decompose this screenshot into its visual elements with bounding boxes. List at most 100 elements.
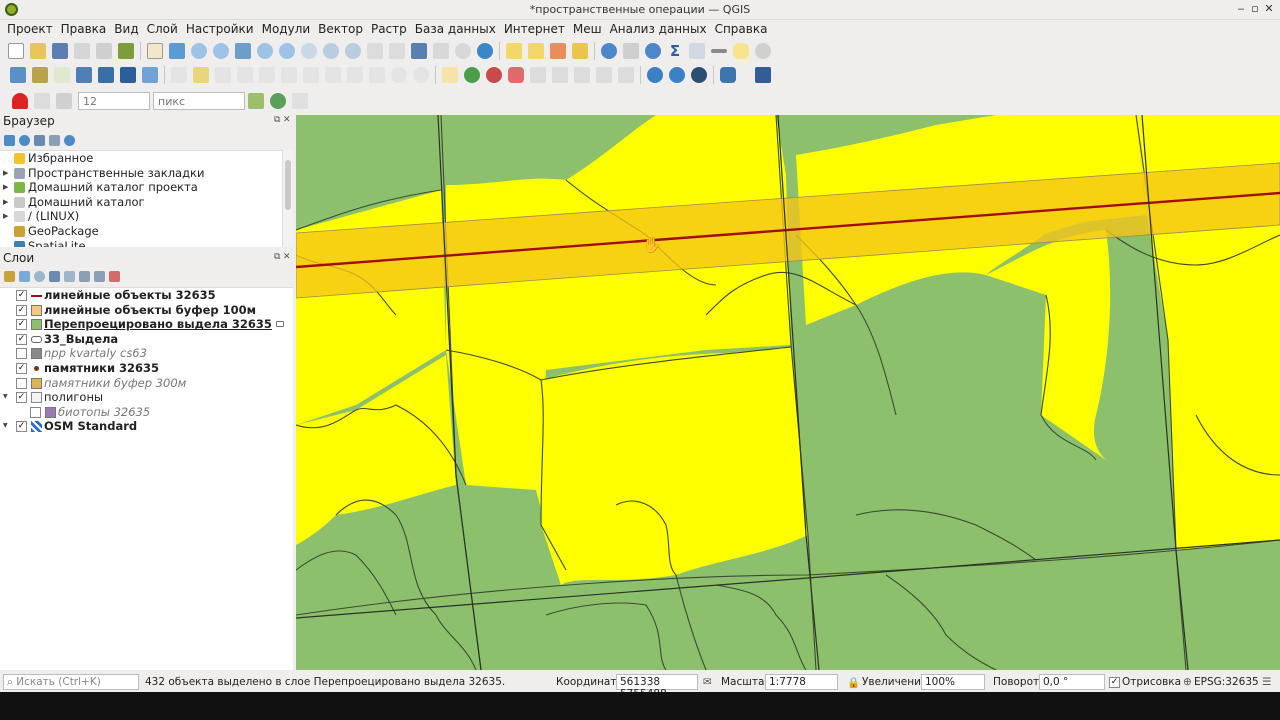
snapping-tolerance-spin[interactable]: 12 — [78, 92, 150, 110]
zoom-native-icon[interactable] — [301, 43, 317, 59]
expand-arrow-icon[interactable]: ▶ — [3, 195, 8, 210]
style-manager-icon[interactable] — [118, 43, 134, 59]
zoom-out-icon[interactable] — [213, 43, 229, 59]
layer-visibility-checkbox[interactable]: ✓ — [16, 290, 27, 301]
float-panel-icon[interactable]: ⧉ — [274, 252, 280, 262]
remove-layer-icon[interactable] — [109, 270, 120, 282]
add-vector-layer-icon[interactable] — [54, 67, 70, 83]
measure-icon[interactable] — [711, 49, 727, 53]
magnifier-spin[interactable]: 100% — [921, 674, 985, 690]
label-abc-icon[interactable] — [442, 67, 458, 83]
add-wcs-icon[interactable] — [142, 67, 158, 83]
snapping-magnet-icon[interactable] — [12, 93, 28, 109]
open-styling-icon[interactable] — [4, 270, 15, 282]
select-location-icon[interactable] — [572, 43, 588, 59]
layers-tree[interactable]: ✓ линейные объекты 32635 ✓ линейные объекты… — [0, 287, 293, 670]
menu-help[interactable]: Справка — [711, 22, 772, 36]
menu-settings[interactable]: Настройки — [182, 22, 258, 36]
layer-visibility-checkbox[interactable]: ✓ — [16, 319, 27, 331]
add-raster-layer-icon[interactable] — [76, 67, 92, 83]
filter-icon[interactable] — [34, 134, 45, 146]
manage-visibility-icon[interactable] — [34, 270, 45, 282]
browser-item[interactable]: SpatiaLite — [0, 239, 293, 247]
maximize-button[interactable]: ▫ — [1248, 2, 1262, 15]
add-group-icon[interactable] — [19, 270, 30, 282]
digitize-icon[interactable] — [237, 67, 253, 83]
float-panel-icon[interactable]: ⧉ — [274, 115, 280, 125]
browser-item[interactable]: Избранное — [0, 151, 293, 166]
pin-labels-icon[interactable] — [486, 67, 502, 83]
layer-visibility-checkbox[interactable]: ✓ — [16, 392, 27, 404]
browser-item[interactable]: ▶ Домашний каталог проекта — [0, 180, 293, 195]
add-wms-icon[interactable] — [98, 67, 114, 83]
filter-legend-icon[interactable] — [49, 270, 60, 282]
help-icon[interactable] — [755, 67, 771, 83]
crs-button[interactable]: EPSG:32635 — [1194, 676, 1259, 688]
field-calculator-icon[interactable] — [689, 43, 705, 59]
zoom-in-icon[interactable] — [191, 43, 207, 59]
browser-item[interactable]: ▶ / (LINUX) — [0, 209, 293, 224]
menu-edit[interactable]: Правка — [57, 22, 111, 36]
scrollbar-thumb[interactable] — [285, 160, 291, 210]
rotation-spin[interactable]: 0,0 ° — [1039, 674, 1105, 690]
layer-visibility-checkbox[interactable] — [30, 406, 41, 418]
bookmark-new-icon[interactable] — [411, 43, 427, 59]
expand-arrow-icon[interactable]: ▶ — [3, 209, 8, 224]
scale-combobox[interactable]: 1:7778 — [765, 674, 838, 690]
temporal-controller-icon[interactable] — [455, 43, 471, 59]
new-map-view-icon[interactable] — [367, 43, 383, 59]
browser-item[interactable]: GeoPackage — [0, 224, 293, 239]
layer-visibility-checkbox[interactable]: ✓ — [16, 362, 27, 374]
redo-icon[interactable] — [413, 67, 429, 83]
render-checkbox[interactable]: ✓ — [1109, 677, 1120, 688]
toggle-editing-icon[interactable] — [193, 67, 209, 83]
close-button[interactable]: ✕ — [1262, 2, 1276, 15]
refresh-icon[interactable] — [477, 43, 493, 59]
browser-item[interactable]: ▶ Пространственные закладки — [0, 166, 293, 181]
zoom-selection-icon[interactable] — [257, 43, 273, 59]
menu-view[interactable]: Вид — [110, 22, 142, 36]
layer-item[interactable]: ▼ ✓ полигоны — [0, 390, 293, 405]
layer-item[interactable]: ✓ линейные объекты 32635 — [0, 288, 293, 303]
data-source-manager-icon[interactable] — [10, 67, 26, 83]
menu-plugins[interactable]: Модули — [258, 22, 315, 36]
browser-tree[interactable]: Избранное ▶ Пространственные закладки ▶ Дома… — [0, 150, 293, 247]
python-console-icon[interactable] — [720, 67, 736, 83]
edit-pencil-icon[interactable] — [171, 67, 187, 83]
expand-arrow-icon[interactable]: ▶ — [3, 180, 8, 195]
close-panel-icon[interactable]: ✕ — [283, 252, 291, 262]
identify-icon[interactable] — [601, 43, 617, 59]
menu-raster[interactable]: Растр — [367, 22, 411, 36]
save-project-icon[interactable] — [52, 43, 68, 59]
gps-icon[interactable] — [691, 67, 707, 83]
rotate-label-icon[interactable] — [552, 67, 568, 83]
layer-indicator-icon[interactable] — [276, 321, 284, 328]
layer-item[interactable]: ✓ 33_Выдела — [0, 332, 293, 347]
zoom-last-icon[interactable] — [323, 43, 339, 59]
metasearch-icon[interactable] — [647, 67, 663, 83]
zoom-next-icon[interactable] — [345, 43, 361, 59]
layer-item[interactable]: ▼ ✓ OSM Standard — [0, 419, 293, 434]
layer-item[interactable]: ✓ линейные объекты буфер 100м — [0, 303, 293, 318]
layer-label-icon[interactable] — [464, 67, 480, 83]
layer-visibility-checkbox[interactable]: ✓ — [16, 421, 27, 433]
menu-mesh[interactable]: Меш — [569, 22, 606, 36]
layer-item[interactable]: ✓ памятники 32635 — [0, 361, 293, 376]
expand-arrow-icon[interactable]: ▼ — [3, 419, 8, 434]
layer-item[interactable]: ✓ Перепроецировано выдела 32635 — [0, 317, 293, 332]
expand-all-icon[interactable] — [79, 270, 90, 282]
show-labels-icon[interactable] — [508, 67, 524, 83]
annotation-icon[interactable] — [755, 43, 771, 59]
snap-intersection-icon[interactable] — [270, 93, 286, 109]
zoom-full-icon[interactable] — [235, 43, 251, 59]
statistics-sigma-icon[interactable]: Σ — [667, 43, 683, 59]
layer-visibility-checkbox[interactable] — [16, 377, 27, 389]
menu-layer[interactable]: Слой — [143, 22, 182, 36]
map-tips-icon[interactable] — [733, 43, 749, 59]
diagram-icon[interactable] — [618, 67, 634, 83]
collapse-all-icon[interactable] — [49, 134, 60, 146]
wms-search-icon[interactable] — [669, 67, 685, 83]
locator-search-input[interactable]: ⌕ Искать (Ctrl+K) — [3, 674, 139, 690]
messages-icon[interactable]: ☰ — [1262, 676, 1271, 688]
open-project-icon[interactable] — [30, 43, 46, 59]
